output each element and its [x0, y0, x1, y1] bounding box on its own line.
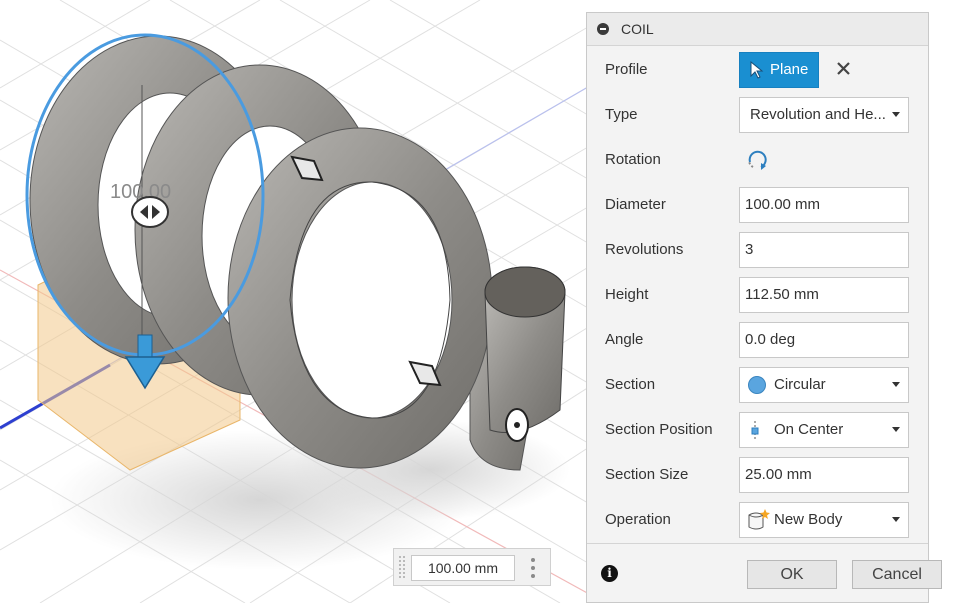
circle-icon	[748, 376, 766, 394]
chevron-down-icon	[892, 517, 900, 522]
section-position-label: Section Position	[605, 421, 713, 438]
section-size-label: Section Size	[605, 466, 689, 483]
diameter-input[interactable]: 100.00 mm	[739, 187, 909, 223]
revolutions-label: Revolutions	[605, 241, 684, 258]
section-value: Circular	[774, 376, 826, 393]
cancel-button[interactable]: Cancel	[852, 560, 942, 589]
more-icon[interactable]	[531, 558, 535, 578]
profile-value: Plane	[770, 61, 809, 78]
revolutions-value: 3	[745, 241, 754, 258]
chevron-down-icon	[892, 427, 900, 432]
rotation-manipulator-icon[interactable]	[131, 196, 169, 228]
dialog-title: COIL	[621, 21, 654, 37]
height-row: Height 112.50 mm	[587, 276, 928, 314]
angle-input[interactable]: 0.0 deg	[739, 322, 909, 358]
section-label: Section	[605, 376, 656, 393]
section-position-row: Section Position On Center	[587, 411, 928, 449]
info-icon[interactable]: i	[601, 565, 618, 582]
height-input[interactable]: 112.50 mm	[739, 277, 909, 313]
angle-value: 0.0 deg	[745, 331, 796, 348]
operation-value: New Body	[774, 511, 843, 528]
diameter-row: Diameter 100.00 mm	[587, 186, 928, 224]
section-size-value: 25.00 mm	[745, 466, 812, 483]
section-position-handle[interactable]	[505, 408, 529, 442]
type-row: Type Revolution and He...	[587, 96, 928, 134]
collapse-icon[interactable]	[597, 23, 609, 35]
section-size-row: Section Size 25.00 mm	[587, 456, 928, 494]
height-value: 112.50 mm	[745, 286, 819, 303]
chevron-down-icon	[892, 112, 900, 117]
rotation-row: Rotation	[587, 141, 928, 179]
ok-button[interactable]: OK	[747, 560, 837, 589]
type-value: Revolution and He...	[750, 106, 886, 123]
type-label: Type	[605, 106, 638, 123]
dimension-input[interactable]: 100.00 mm	[411, 555, 515, 581]
section-position-value: On Center	[774, 421, 844, 438]
dimension-input-overlay: 100.00 mm	[393, 548, 551, 586]
profile-row: Profile Plane	[587, 51, 928, 89]
section-position-dropdown[interactable]: On Center	[739, 412, 909, 448]
diameter-label: Diameter	[605, 196, 666, 213]
dialog-footer: i OK Cancel	[587, 543, 942, 602]
cursor-icon	[750, 61, 764, 79]
section-dropdown[interactable]: Circular	[739, 367, 909, 403]
angle-label: Angle	[605, 331, 644, 348]
coil-dialog: COIL Profile Plane Type Revolution and H…	[586, 12, 942, 603]
height-label: Height	[605, 286, 649, 303]
dialog-header: COIL	[587, 13, 928, 46]
center-icon	[751, 421, 759, 441]
profile-label: Profile	[605, 61, 648, 78]
grip-icon[interactable]	[398, 555, 406, 579]
profile-plane-button[interactable]: Plane	[739, 52, 819, 88]
chevron-down-icon	[892, 382, 900, 387]
revolutions-input[interactable]: 3	[739, 232, 909, 268]
operation-dropdown[interactable]: New Body	[739, 502, 909, 538]
type-dropdown[interactable]: Revolution and He...	[739, 97, 909, 133]
diameter-value: 100.00 mm	[745, 196, 821, 213]
revolutions-row: Revolutions 3	[587, 231, 928, 269]
rotation-icon[interactable]	[745, 148, 769, 172]
angle-row: Angle 0.0 deg	[587, 321, 928, 359]
rotation-label: Rotation	[605, 151, 661, 168]
close-icon[interactable]	[833, 56, 855, 82]
section-size-input[interactable]: 25.00 mm	[739, 457, 909, 493]
operation-label: Operation	[605, 511, 671, 528]
new-body-icon	[748, 509, 770, 530]
section-row: Section Circular	[587, 366, 928, 404]
operation-row: Operation New Body	[587, 501, 928, 539]
